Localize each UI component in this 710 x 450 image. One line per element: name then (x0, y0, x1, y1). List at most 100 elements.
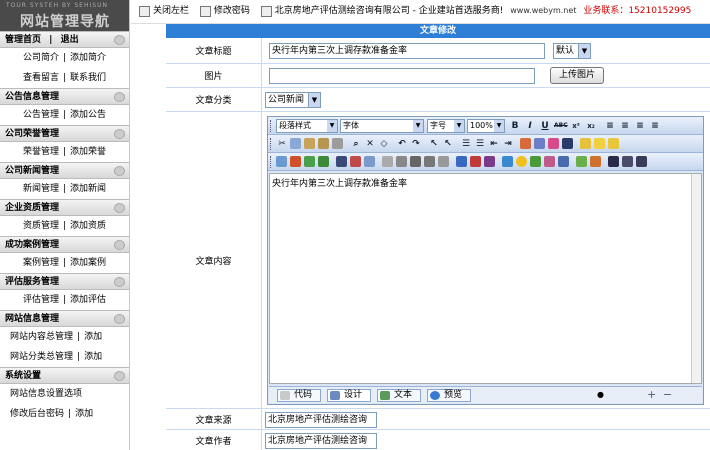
background-color-icon[interactable] (548, 138, 559, 149)
email-icon[interactable] (484, 156, 495, 167)
sidebar-link[interactable]: 修改后台密码 (10, 409, 64, 419)
sidebar-link[interactable]: 评估管理 (23, 295, 59, 305)
sidebar-link[interactable]: 添加 (75, 409, 93, 419)
collapse-icon[interactable] (114, 277, 125, 287)
collapse-icon[interactable] (114, 92, 125, 102)
link-icon[interactable] (456, 156, 467, 167)
paragraph-style-select[interactable]: 段落样式 ▼ (276, 119, 338, 133)
indent-icon[interactable]: ⇥ (502, 138, 514, 150)
time-icon[interactable] (544, 156, 555, 167)
sidebar-link[interactable]: 添加公告 (70, 110, 106, 120)
mode-preview-tab[interactable]: 预览 (427, 389, 471, 402)
sidebar-link[interactable]: 添加 (84, 332, 102, 342)
collapse-icon[interactable] (114, 166, 125, 176)
bold-icon[interactable]: B (509, 120, 521, 132)
upload-image-button[interactable]: 上传图片 (550, 67, 604, 84)
button-icon[interactable] (438, 156, 449, 167)
editor-scrollbar[interactable] (691, 174, 701, 383)
collapse-icon[interactable] (114, 240, 125, 250)
sidebar-section-header[interactable]: 成功案例管理 (0, 236, 129, 253)
flash-icon[interactable] (290, 156, 301, 167)
box-icon[interactable] (580, 138, 591, 149)
shrink-icon[interactable]: − (663, 388, 672, 401)
mode-text-tab[interactable]: 文本 (377, 389, 421, 402)
mode-code-tab[interactable]: 代码 (277, 389, 321, 402)
italic-icon[interactable]: I (524, 120, 536, 132)
unordered-list-icon[interactable]: ☰ (474, 138, 486, 150)
font-size-select[interactable]: 字号 ▼ (427, 119, 465, 133)
form-icon[interactable] (382, 156, 393, 167)
pointer-icon[interactable]: ↖ (442, 138, 454, 150)
sidebar-link[interactable]: 公告管理 (23, 110, 59, 120)
sidebar-section-header[interactable]: 公告信息管理 (0, 88, 129, 105)
undo-icon[interactable]: ↶ (396, 138, 408, 150)
sidebar-link[interactable]: 案例管理 (23, 258, 59, 268)
delete-icon[interactable]: ✕ (364, 138, 376, 150)
align-justify-icon[interactable]: ≡ (649, 120, 661, 132)
collapse-icon[interactable] (114, 129, 125, 139)
align-left-icon[interactable]: ≡ (604, 120, 616, 132)
line-icon[interactable] (558, 156, 569, 167)
about-icon[interactable] (636, 156, 647, 167)
media-icon[interactable] (304, 156, 315, 167)
sidebar-link[interactable]: 网站内容总管理 (10, 332, 73, 342)
superscript-icon[interactable]: x² (570, 120, 582, 132)
table-icon[interactable] (336, 156, 347, 167)
title-style-select[interactable]: 默认 ▼ (553, 43, 591, 59)
sidebar-section-header[interactable]: 公司新闻管理 (0, 162, 129, 179)
insert-col-icon[interactable] (364, 156, 375, 167)
expand-icon[interactable]: + (647, 388, 656, 401)
anchor-icon[interactable] (318, 156, 329, 167)
help-icon[interactable] (622, 156, 633, 167)
redo-icon[interactable]: ↷ (410, 138, 422, 150)
outdent-icon[interactable]: ⇤ (488, 138, 500, 150)
password-icon[interactable] (199, 5, 211, 17)
select-icon[interactable]: ↖ (428, 138, 440, 150)
image-icon[interactable] (276, 156, 287, 167)
sidebar-link[interactable]: 查看留言 (23, 73, 59, 83)
marquee-icon[interactable] (590, 156, 601, 167)
sidebar-section-header[interactable]: 企业资质管理 (0, 199, 129, 216)
unlink-icon[interactable] (470, 156, 481, 167)
title-input[interactable]: 央行年内第三次上调存款准备金率 (269, 43, 545, 59)
sidebar-link[interactable]: 联系我们 (70, 73, 106, 83)
sidebar-section-header[interactable]: 系统设置 (0, 367, 129, 384)
textarea-icon[interactable] (410, 156, 421, 167)
author-input[interactable]: 北京房地产评估测绘咨询 (265, 433, 377, 449)
sidebar-link[interactable]: 添加荣誉 (70, 147, 106, 157)
align-right-icon[interactable]: ≡ (634, 120, 646, 132)
strikethrough-icon[interactable]: ABC (554, 120, 568, 132)
sidebar-link[interactable]: 添加 (84, 352, 102, 362)
ordered-list-icon[interactable]: ☰ (460, 138, 472, 150)
fullscreen-icon[interactable] (608, 156, 619, 167)
special-char-icon[interactable] (502, 156, 513, 167)
zoom-select[interactable]: 100% ▼ (467, 119, 505, 133)
emoticon-icon[interactable] (516, 156, 527, 167)
eraser-icon[interactable]: ◇ (378, 138, 390, 150)
collapse-icon[interactable] (114, 203, 125, 213)
paste-text-icon[interactable] (318, 138, 329, 149)
collapse-icon[interactable] (114, 371, 125, 381)
source-input[interactable]: 北京房地产评估测绘咨询 (265, 412, 377, 428)
home-link[interactable]: 管理首页 (5, 35, 41, 45)
sidebar-link[interactable]: 荣誉管理 (23, 147, 59, 157)
highlight-icon[interactable] (534, 138, 545, 149)
sidebar-link[interactable]: 添加资质 (70, 221, 106, 231)
collapse-icon[interactable] (114, 314, 125, 324)
site-url[interactable]: www.webym.net (510, 0, 576, 22)
collapse-icon[interactable] (114, 35, 125, 45)
subscript-icon[interactable]: x₂ (585, 120, 597, 132)
iframe-icon[interactable] (396, 156, 407, 167)
close-sidebar-icon[interactable] (139, 5, 150, 17)
editor-content-area[interactable]: 央行年内第三次上调存款准备金率 (269, 173, 702, 384)
find-icon[interactable]: ⌕ (350, 138, 362, 150)
copy-icon[interactable] (290, 138, 301, 149)
image-input[interactable] (269, 68, 535, 84)
sidebar-link[interactable]: 公司简介 (23, 53, 59, 63)
underline-icon[interactable]: U (539, 120, 551, 132)
sidebar-section-header[interactable]: 评估服务管理 (0, 273, 129, 290)
sidebar-section-header[interactable]: 公司荣誉管理 (0, 125, 129, 142)
text-color-icon[interactable] (520, 138, 531, 149)
sidebar-link[interactable]: 网站分类总管理 (10, 352, 73, 362)
sidebar-link[interactable]: 添加案例 (70, 258, 106, 268)
